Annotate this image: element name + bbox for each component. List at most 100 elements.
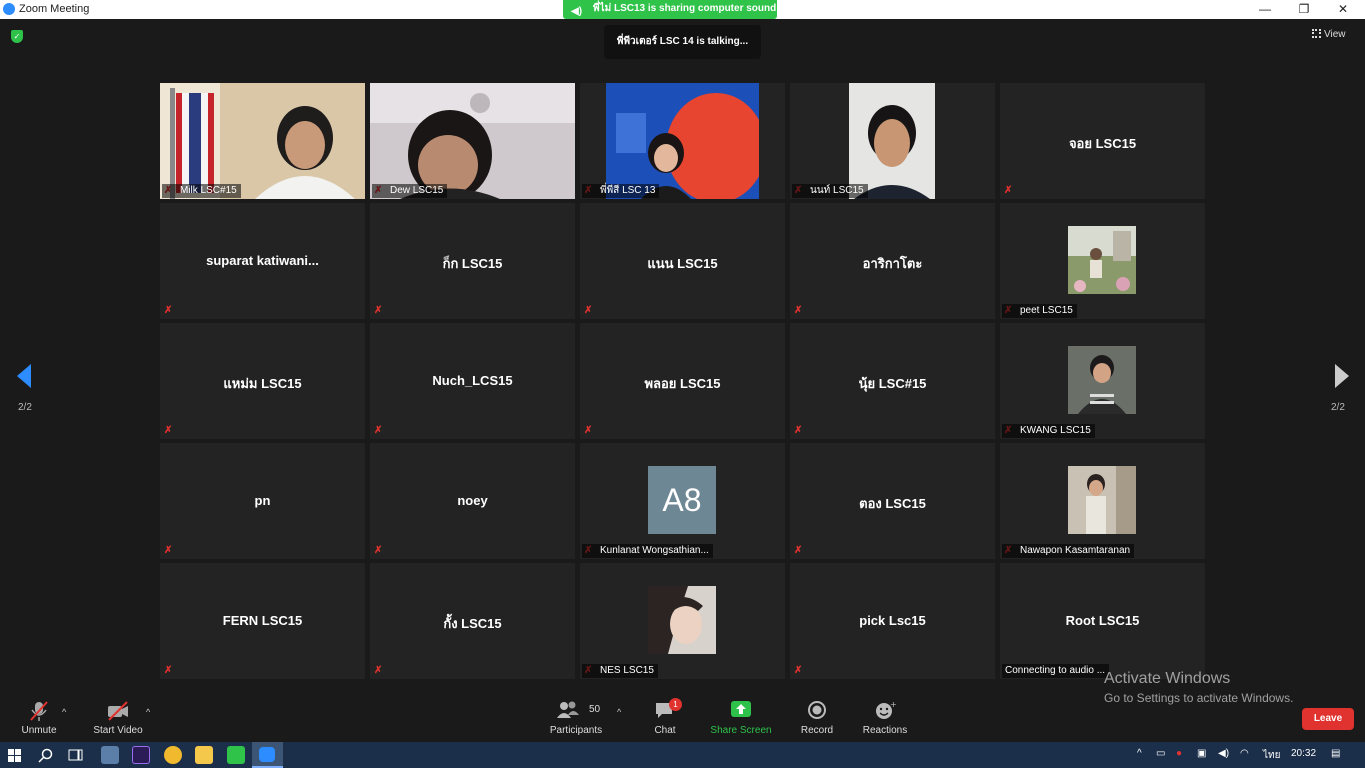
participant-tile[interactable]: ✗ peet LSC15 <box>1000 203 1205 319</box>
start-video-button[interactable]: Start Video <box>88 691 148 742</box>
participant-tile[interactable]: pn ✗ <box>160 443 365 559</box>
participant-name: Nuch_LCS15 <box>432 373 513 388</box>
participant-name: NES LSC15 <box>582 664 658 678</box>
participant-tile[interactable]: ก็ก LSC15 ✗ <box>370 203 575 319</box>
chrome-icon[interactable] <box>164 746 182 764</box>
participant-name: อาริกาโตะ <box>862 256 923 271</box>
participant-tile[interactable]: นุ้ย LSC#15 ✗ <box>790 323 995 439</box>
participant-name: แหม่ม LSC15 <box>223 376 302 391</box>
sharing-sound-banner[interactable]: ◀) พี่ไม่ LSC13 is sharing computer soun… <box>563 0 777 19</box>
profile-photo <box>1068 226 1136 294</box>
record-label: Record <box>800 725 834 736</box>
participant-tile[interactable]: ✗ Milk LSC#15 <box>160 83 365 199</box>
chat-label: Chat <box>654 725 676 736</box>
participant-name: พี่พีสี LSC 13 <box>582 184 660 198</box>
participant-tile[interactable]: แนน LSC15 ✗ <box>580 203 785 319</box>
participant-tile[interactable]: Nuch_LCS15 ✗ <box>370 323 575 439</box>
svg-text:+: + <box>890 700 896 709</box>
security-tray-icon[interactable]: ● <box>1176 748 1182 759</box>
next-page-arrow-icon[interactable] <box>1335 364 1349 388</box>
participant-name: Root LSC15 <box>1065 613 1140 628</box>
participant-name: ก็ก LSC15 <box>442 256 503 271</box>
maximize-button[interactable]: ❐ <box>1284 0 1324 19</box>
video-options-caret-icon[interactable]: ^ <box>146 707 150 717</box>
zoom-taskbar-icon <box>259 747 275 762</box>
participant-tile[interactable]: อาริกาโตะ ✗ <box>790 203 995 319</box>
participant-tile[interactable]: พลอย LSC15 ✗ <box>580 323 785 439</box>
windows-start-icon[interactable] <box>8 749 21 762</box>
windows-taskbar: ^ ▭ ● ▣ ◀) ◠ ไทย 20:32 ▤ <box>0 742 1365 768</box>
participant-tile[interactable]: pick Lsc15 ✗ <box>790 563 995 679</box>
participants-count: 50 <box>589 704 601 715</box>
participant-name: peet LSC15 <box>1002 304 1077 318</box>
participant-tile[interactable]: กั้ง LSC15 ✗ <box>370 563 575 679</box>
sharing-sound-text: พี่ไม่ LSC13 is sharing computer sound <box>593 3 777 14</box>
muted-microphone-icon <box>30 701 48 721</box>
previous-page-arrow-icon[interactable] <box>17 364 31 388</box>
participant-name: Dew LSC15 <box>372 184 448 198</box>
participant-name: กั้ง LSC15 <box>443 616 502 631</box>
participant-tile[interactable]: จอย LSC15 ✗ <box>1000 83 1205 199</box>
muted-mic-icon: ✗ <box>794 425 803 436</box>
close-button[interactable]: ✕ <box>1323 0 1363 19</box>
view-label: View <box>1324 29 1346 40</box>
participants-options-caret-icon[interactable]: ^ <box>617 707 621 717</box>
muted-mic-icon: ✗ <box>164 665 173 676</box>
clock-time[interactable]: 20:32 <box>1291 748 1316 759</box>
participants-label: Participants <box>549 725 603 736</box>
participant-tile[interactable]: ✗ NES LSC15 <box>580 563 785 679</box>
premiere-pro-icon[interactable] <box>132 746 150 764</box>
smiley-reaction-icon: + <box>876 700 896 719</box>
notification-tray-icon[interactable]: ▣ <box>1197 748 1206 759</box>
participant-tile[interactable]: Root LSC15 Connecting to audio ... <box>1000 563 1205 679</box>
view-button[interactable]: View <box>1312 29 1346 40</box>
weather-app-icon[interactable] <box>101 746 119 764</box>
participant-name: KWANG LSC15 <box>1002 424 1095 438</box>
search-icon[interactable] <box>38 748 53 763</box>
leave-button[interactable]: Leave <box>1302 708 1354 730</box>
chat-button[interactable]: 1 Chat <box>645 691 685 742</box>
participant-tile[interactable]: ✗ นนท์ LSC15 <box>790 83 995 199</box>
participant-tile[interactable]: แหม่ม LSC15 ✗ <box>160 323 365 439</box>
participant-tile[interactable]: A8 ✗ Kunlanat Wongsathian... <box>580 443 785 559</box>
line-app-icon[interactable] <box>227 746 245 764</box>
participant-tile[interactable]: ตอง LSC15 ✗ <box>790 443 995 559</box>
participant-name: นุ้ย LSC#15 <box>858 376 927 391</box>
participant-tile[interactable]: ✗ KWANG LSC15 <box>1000 323 1205 439</box>
participants-button[interactable]: 50 Participants <box>546 691 606 742</box>
participant-tile[interactable]: ✗ Nawapon Kasamtaranan <box>1000 443 1205 559</box>
grid-view-icon <box>1312 29 1321 38</box>
muted-mic-icon: ✗ <box>164 425 173 436</box>
share-screen-button[interactable]: Share Screen <box>708 691 774 742</box>
volume-icon[interactable]: ◀) <box>1218 748 1229 759</box>
unmute-button[interactable]: Unmute <box>14 691 64 742</box>
wifi-icon[interactable]: ◠ <box>1240 748 1249 759</box>
muted-mic-icon: ✗ <box>794 545 803 556</box>
participant-tile[interactable]: noey ✗ <box>370 443 575 559</box>
participant-tile[interactable]: FERN LSC15 ✗ <box>160 563 365 679</box>
participant-tile[interactable]: suparat katiwani... ✗ <box>160 203 365 319</box>
zoom-taskbar-button[interactable] <box>252 742 283 768</box>
page-indicator-left: 2/2 <box>18 402 32 413</box>
participant-name: suparat katiwani... <box>206 253 319 268</box>
zoom-app-icon <box>3 3 15 15</box>
security-shield-icon[interactable]: ✓ <box>11 30 23 43</box>
participant-name: Milk LSC#15 <box>162 184 241 198</box>
muted-mic-icon: ✗ <box>374 425 383 436</box>
participant-name: noey <box>457 493 488 508</box>
action-center-icon[interactable]: ▤ <box>1331 748 1340 759</box>
reactions-button[interactable]: + Reactions <box>860 691 910 742</box>
participant-tile[interactable]: ✗ Dew LSC15 <box>370 83 575 199</box>
muted-mic-icon: ✗ <box>1004 185 1013 196</box>
task-view-icon[interactable] <box>68 748 84 762</box>
participant-video <box>849 83 935 199</box>
audio-options-caret-icon[interactable]: ^ <box>62 707 66 717</box>
participant-video <box>370 83 575 199</box>
network-icon[interactable]: ▭ <box>1156 748 1165 759</box>
tray-overflow-icon[interactable]: ^ <box>1137 748 1142 759</box>
record-button[interactable]: Record <box>796 691 838 742</box>
input-language[interactable]: ไทย <box>1263 748 1280 763</box>
participant-tile[interactable]: ✗ พี่พีสี LSC 13 <box>580 83 785 199</box>
file-explorer-icon[interactable] <box>195 746 213 764</box>
minimize-button[interactable]: — <box>1245 0 1285 19</box>
